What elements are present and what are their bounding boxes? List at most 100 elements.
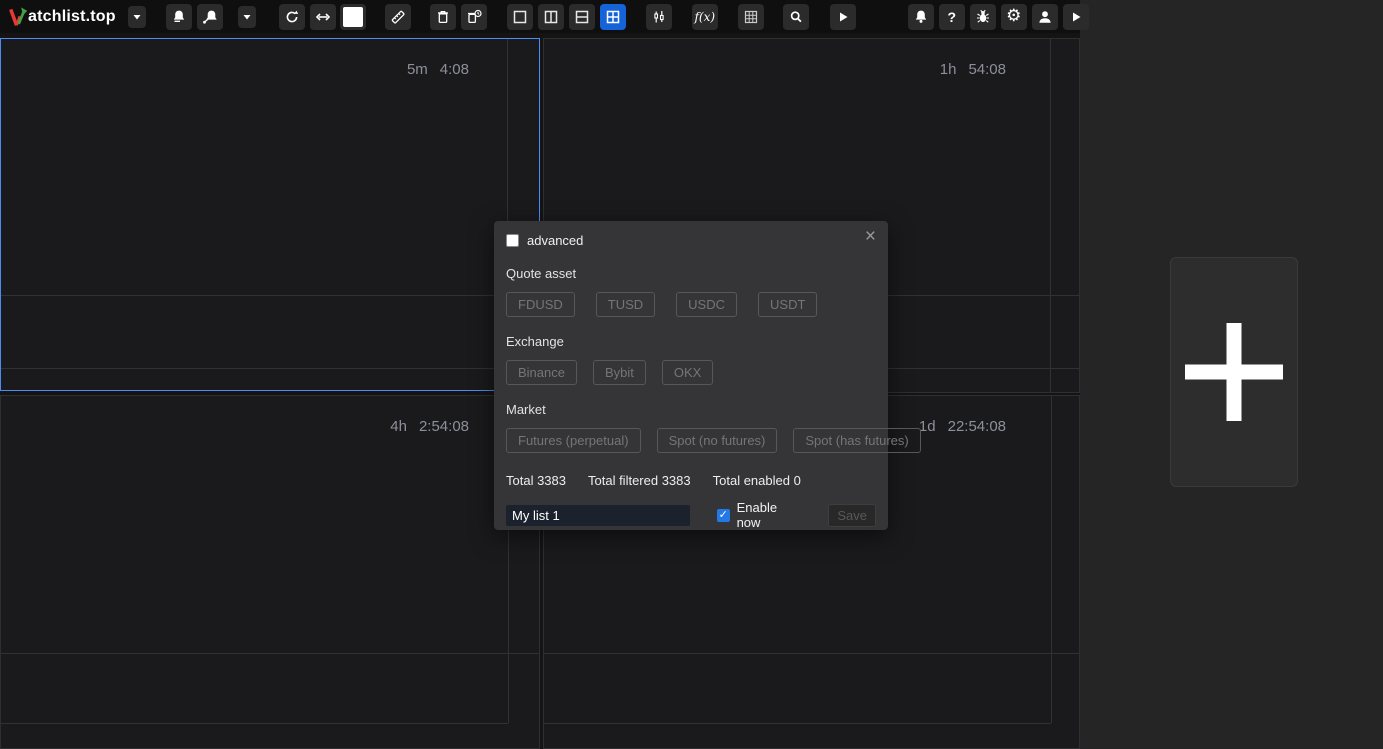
report-bug-button[interactable] — [970, 4, 996, 30]
run-play-icon — [1069, 10, 1083, 24]
account-button[interactable] — [1032, 4, 1058, 30]
pane-divider — [1, 653, 539, 654]
top-toolbar: atchlist.top — [0, 0, 1080, 33]
pane-timeframe-label: 1h54:08 — [940, 61, 1006, 78]
pane-divider — [544, 653, 1079, 654]
add-watchlist-card[interactable] — [1170, 257, 1298, 487]
play-icon — [836, 10, 850, 24]
help-button[interactable]: ? — [939, 4, 965, 30]
caret-down-icon — [132, 12, 142, 22]
time-axis-divider — [544, 723, 1051, 724]
quote-asset-title: Quote asset — [506, 266, 876, 281]
option-tusd[interactable]: TUSD — [596, 292, 655, 317]
totals-row: Total 3383 Total filtered 3383 Total ena… — [506, 473, 876, 488]
measure-button[interactable] — [385, 4, 411, 30]
horizontal-extend-button[interactable] — [310, 4, 336, 30]
reload-button[interactable] — [279, 4, 305, 30]
help-icon: ? — [947, 9, 956, 25]
option-usdt[interactable]: USDT — [758, 292, 817, 317]
market-title: Market — [506, 402, 876, 417]
modal-header: advanced — [506, 231, 876, 249]
pane-timeframe-label: 5m 4:08 — [407, 61, 469, 78]
watchlist-filter-modal: advanced × Quote asset FDUSD TUSD USDC U… — [494, 221, 888, 530]
enable-now-checkbox[interactable]: ✓ — [717, 509, 730, 522]
trash-history-icon — [466, 9, 482, 25]
delete-history-button[interactable] — [461, 4, 487, 30]
ruler-icon — [390, 9, 406, 25]
countdown: 22:54:08 — [948, 418, 1006, 435]
candlestick-icon — [651, 9, 667, 25]
countdown: 2:54:08 — [419, 418, 469, 435]
layout-single-icon — [512, 9, 528, 25]
timeframe: 5m — [407, 61, 428, 78]
tools-dropdown-button[interactable] — [238, 6, 256, 28]
layout-2row-icon — [574, 9, 590, 25]
option-binance[interactable]: Binance — [506, 360, 577, 385]
option-futures-perpetual[interactable]: Futures (perpetual) — [506, 428, 641, 453]
account-person-icon — [1037, 9, 1053, 25]
layout-2row-button[interactable] — [569, 4, 595, 30]
delete-button[interactable] — [430, 4, 456, 30]
notifications-button[interactable] — [908, 4, 934, 30]
option-spot-has-futures[interactable]: Spot (has futures) — [793, 428, 920, 453]
advanced-checkbox[interactable] — [506, 234, 519, 247]
save-button[interactable]: Save — [828, 504, 876, 527]
layout-2col-button[interactable] — [538, 4, 564, 30]
search-icon — [788, 9, 804, 25]
total-filtered-count: Total filtered 3383 — [588, 473, 691, 488]
list-name-input[interactable] — [506, 505, 690, 526]
chart-pane-4h[interactable]: 4h2:54:08 — [0, 395, 540, 749]
layout-grid-2x2-button[interactable] — [600, 4, 626, 30]
option-spot-no-futures[interactable]: Spot (no futures) — [657, 428, 778, 453]
chart-pane-5m[interactable]: 5m 4:08 — [0, 38, 540, 391]
color-swatch-icon — [343, 7, 363, 27]
price-alert-button[interactable] — [166, 4, 192, 30]
modal-footer: ✓ Enable now Save — [506, 500, 876, 530]
run-button[interactable] — [1063, 4, 1089, 30]
advanced-label: advanced — [527, 233, 583, 248]
caret-down-icon — [242, 12, 252, 22]
alert-bell-icon — [171, 9, 187, 25]
option-bybit[interactable]: Bybit — [593, 360, 646, 385]
option-okx[interactable]: OKX — [662, 360, 713, 385]
horizontal-arrows-icon — [315, 9, 331, 25]
alert-dropdown-button[interactable] — [128, 6, 146, 28]
pane-timeframe-label: 1d 22:54:08 — [919, 418, 1006, 435]
option-fdusd[interactable]: FDUSD — [506, 292, 575, 317]
enable-now-label: Enable now — [737, 500, 803, 530]
trend-alert-bell-icon — [202, 9, 218, 25]
search-button[interactable] — [783, 4, 809, 30]
exchange-title: Exchange — [506, 334, 876, 349]
watchlist-side-panel — [1080, 0, 1383, 749]
logo-text: atchlist.top — [28, 8, 116, 26]
app-logo[interactable]: atchlist.top — [8, 6, 116, 28]
logo-mark-icon — [8, 6, 30, 28]
close-icon[interactable]: × — [865, 227, 876, 246]
indicators-button[interactable]: f(x) — [692, 4, 718, 30]
screener-grid-button[interactable] — [738, 4, 764, 30]
settings-button[interactable]: ⚙ — [1001, 4, 1027, 30]
reload-icon — [284, 9, 300, 25]
price-axis-divider — [1050, 39, 1051, 392]
time-axis-divider — [1, 368, 539, 369]
time-axis-divider — [1, 723, 508, 724]
layout-single-button[interactable] — [507, 4, 533, 30]
option-usdc[interactable]: USDC — [676, 292, 737, 317]
price-axis-divider — [1051, 396, 1052, 723]
trash-icon — [435, 9, 451, 25]
chart-style-button[interactable] — [646, 4, 672, 30]
timeframe: 1d — [919, 418, 936, 435]
table-grid-icon — [743, 9, 759, 25]
countdown: 54:08 — [968, 61, 1006, 78]
function-fx-icon: f(x) — [694, 10, 715, 24]
play-button[interactable] — [830, 4, 856, 30]
plus-icon — [1185, 323, 1283, 421]
pane-timeframe-label: 4h2:54:08 — [390, 418, 469, 435]
total-count: Total 3383 — [506, 473, 566, 488]
color-swatch-button[interactable] — [340, 4, 366, 30]
market-options: Futures (perpetual) Spot (no futures) Sp… — [506, 428, 876, 453]
countdown: 4:08 — [440, 61, 469, 78]
trend-alert-button[interactable] — [197, 4, 223, 30]
exchange-options: Binance Bybit OKX — [506, 360, 876, 385]
layout-2col-icon — [543, 9, 559, 25]
